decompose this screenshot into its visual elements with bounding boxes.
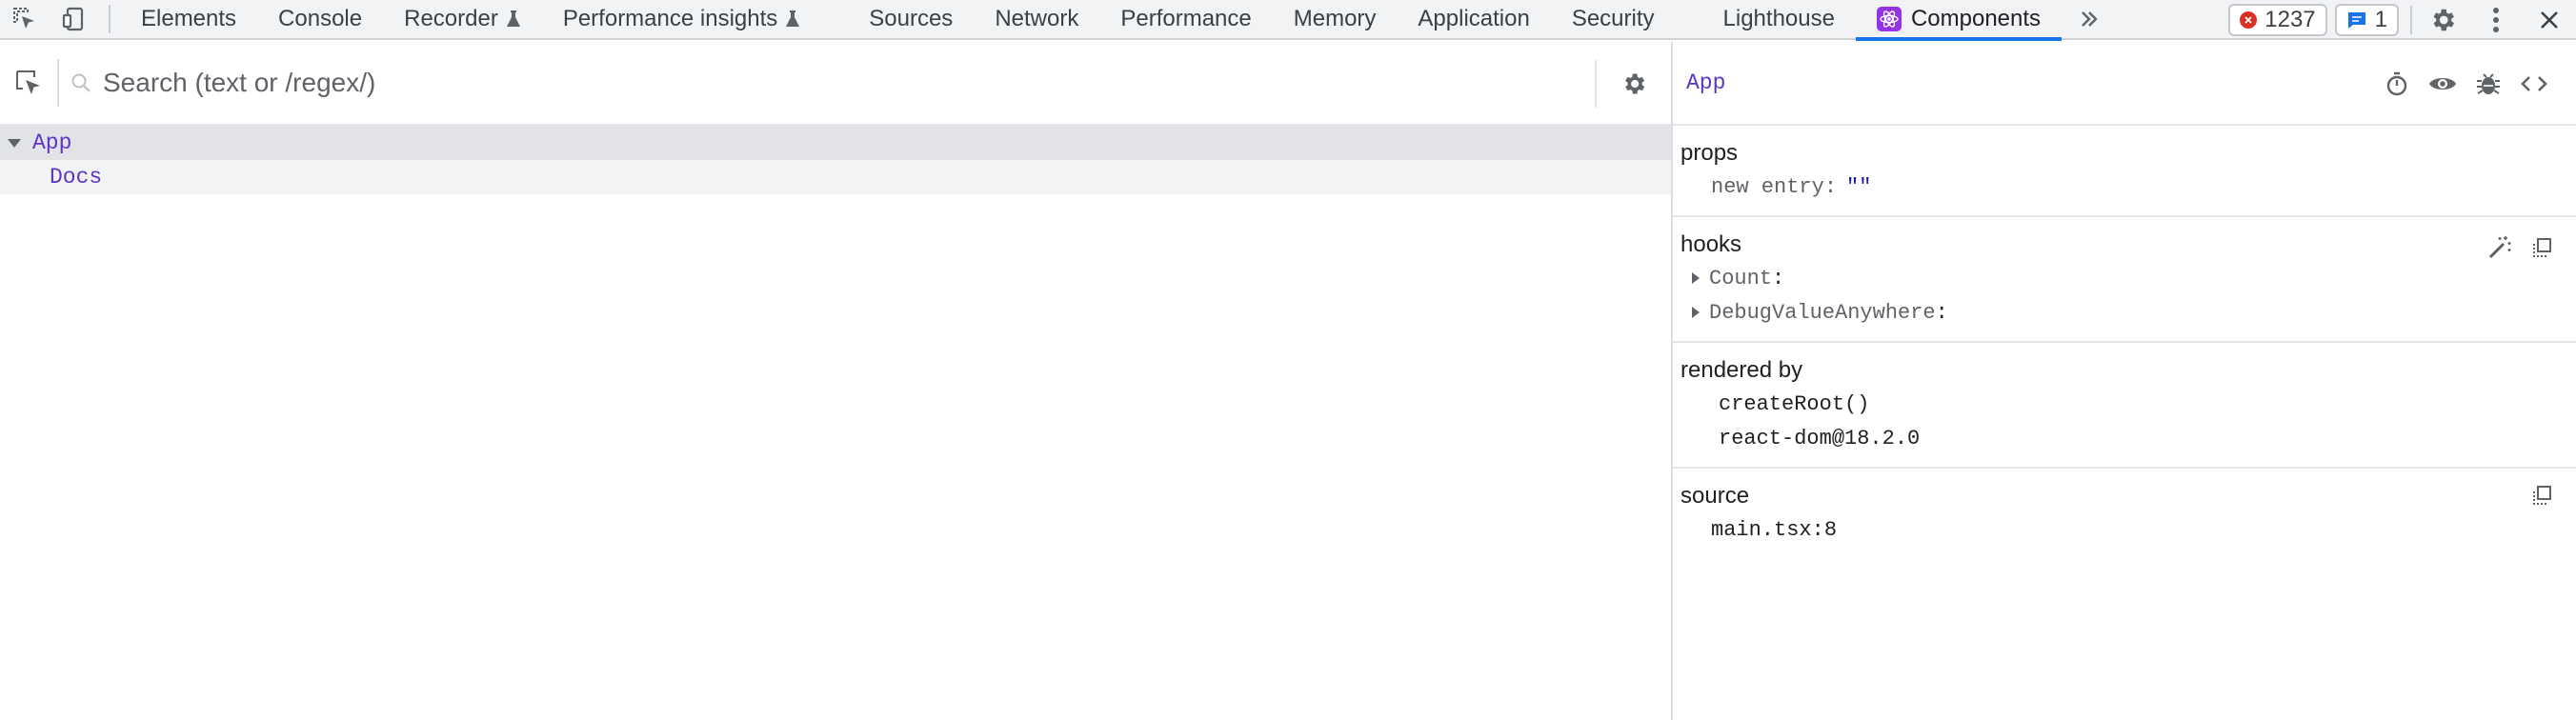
- tab-lighthouse[interactable]: Lighthouse: [1702, 0, 1856, 39]
- inspect-dom-eye-icon[interactable]: [2420, 61, 2465, 107]
- tab-components[interactable]: Components: [1855, 0, 2063, 41]
- hook-debug-value-anywhere[interactable]: DebugValueAnywhere:: [1680, 295, 2566, 330]
- tab-recorder[interactable]: Recorder: [383, 0, 542, 39]
- more-tabs-icon[interactable]: [2062, 0, 2117, 39]
- tab-label: Lighthouse: [1722, 6, 1835, 31]
- new-prop-entry[interactable]: new entry: "": [1680, 170, 2566, 204]
- tab-label: Network: [995, 6, 1079, 31]
- hook-colon: :: [1772, 266, 1785, 290]
- hooks-actions: [2479, 227, 2563, 269]
- tab-label: Performance insights: [562, 6, 778, 31]
- section-title: source: [1680, 483, 1750, 509]
- hook-name: Count: [1709, 266, 1773, 290]
- prop-colon: :: [1823, 174, 1838, 199]
- tab-label: Recorder: [404, 6, 498, 31]
- tab-performance[interactable]: Performance: [1099, 0, 1272, 39]
- tab-security[interactable]: Security: [1551, 0, 1676, 39]
- tree-item-label: Docs: [50, 165, 103, 190]
- tab-performance-insights[interactable]: Performance insights: [542, 0, 821, 39]
- tab-application[interactable]: Application: [1397, 0, 1550, 39]
- tree-item-app[interactable]: App: [0, 126, 1671, 160]
- tab-sources[interactable]: Sources: [848, 0, 974, 39]
- toolbar-divider: [109, 5, 111, 33]
- error-count: 1237: [2264, 7, 2316, 32]
- toolbar-right-group: 1237 1: [2228, 0, 2576, 40]
- copy-to-clipboard-icon[interactable]: [2521, 227, 2563, 269]
- tab-label: Elements: [141, 6, 237, 31]
- hook-colon: :: [1935, 300, 1948, 325]
- component-tree-panel: App Docs: [0, 42, 1671, 720]
- inspector-header: App: [1673, 42, 2576, 126]
- message-count: 1: [2374, 7, 2387, 32]
- parse-hook-names-wand-icon[interactable]: [2479, 227, 2521, 269]
- error-count-badge[interactable]: 1237: [2228, 4, 2327, 36]
- tab-label: Application: [1418, 6, 1530, 31]
- component-inspector-panel: App props new entry: "" hooks Count: De…: [1673, 42, 2576, 720]
- expand-caret-icon[interactable]: [1692, 272, 1700, 284]
- renderer-create-root: createRoot(): [1719, 391, 1870, 416]
- more-options-icon[interactable]: [2469, 0, 2523, 40]
- message-count-badge[interactable]: 1: [2334, 4, 2399, 36]
- selected-component-name: App: [1686, 70, 1726, 95]
- expand-caret-icon[interactable]: [1692, 307, 1700, 318]
- error-icon: [2240, 11, 2258, 29]
- experimental-flask-icon: [506, 10, 521, 29]
- tab-label: Components: [1910, 6, 2042, 31]
- log-to-console-bug-icon[interactable]: [2465, 61, 2511, 107]
- tree-search-input[interactable]: [103, 54, 1532, 111]
- tab-label: Memory: [1293, 6, 1377, 31]
- hook-name: DebugValueAnywhere: [1709, 300, 1936, 325]
- collapse-caret-icon[interactable]: [8, 138, 21, 148]
- message-icon: [2346, 10, 2367, 30]
- tab-network[interactable]: Network: [974, 0, 1099, 39]
- tree-settings-gear-icon[interactable]: [1595, 60, 1671, 108]
- tab-elements[interactable]: Elements: [120, 0, 257, 39]
- toolbar-divider: [2410, 6, 2412, 34]
- source-section: source main.tsx:8: [1673, 469, 2576, 558]
- prop-key[interactable]: new entry: [1711, 175, 1824, 199]
- tree-search-bar: [0, 42, 1671, 126]
- tab-label: Performance: [1120, 6, 1252, 31]
- close-icon[interactable]: [2523, 0, 2576, 40]
- view-source-code-icon[interactable]: [2511, 61, 2557, 107]
- tab-console[interactable]: Console: [257, 0, 383, 39]
- inspect-element-icon[interactable]: [0, 0, 50, 39]
- select-element-icon[interactable]: [0, 41, 57, 125]
- props-section: props new entry: "": [1673, 126, 2576, 217]
- suspend-timer-icon[interactable]: [2374, 61, 2420, 107]
- renderer-react-dom: react-dom@18.2.0: [1719, 426, 1921, 450]
- rendered-by-section: rendered by createRoot() react-dom@18.2.…: [1673, 343, 2576, 469]
- tab-label: Sources: [869, 6, 954, 31]
- prop-value[interactable]: "": [1846, 175, 1871, 199]
- tree-item-label: App: [32, 130, 72, 155]
- copy-source-icon[interactable]: [2521, 474, 2563, 516]
- inspector-actions: [2374, 42, 2557, 126]
- hooks-section: hooks Count: DebugValueAnywhere:: [1673, 217, 2576, 343]
- section-title: hooks: [1680, 231, 1742, 257]
- device-toolbar-icon[interactable]: [50, 0, 99, 39]
- tab-memory[interactable]: Memory: [1273, 0, 1398, 39]
- tree-item-docs[interactable]: Docs: [0, 160, 1671, 194]
- source-actions: [2521, 474, 2563, 516]
- settings-gear-icon[interactable]: [2416, 0, 2469, 40]
- section-title: rendered by: [1680, 357, 1803, 383]
- search-icon: [59, 72, 103, 93]
- experimental-flask-icon: [785, 10, 800, 29]
- react-icon: [1876, 7, 1902, 31]
- hook-count[interactable]: Count:: [1680, 261, 2566, 295]
- devtools-tab-bar: Elements Console Recorder Performance in…: [0, 0, 2576, 41]
- source-file-link[interactable]: main.tsx:8: [1680, 512, 2566, 547]
- section-title: props: [1680, 140, 1739, 166]
- tab-label: Console: [278, 6, 363, 31]
- tab-label: Security: [1571, 6, 1655, 31]
